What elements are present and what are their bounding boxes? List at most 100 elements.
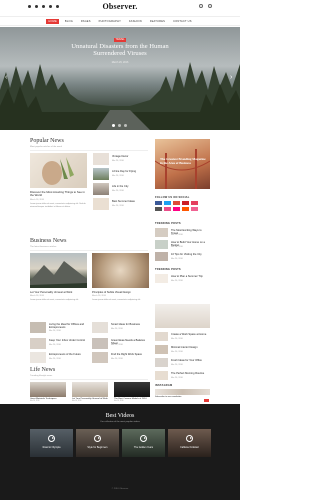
business-thumb[interactable] [92,352,108,363]
popular-item-title[interactable]: Life in the City [112,185,148,188]
play-icon[interactable] [48,435,55,442]
nav-item-fashion[interactable]: FASHION [127,19,144,24]
play-icon[interactable] [186,435,193,442]
sidebar-thumb[interactable] [155,274,168,283]
business-item-title[interactable]: Living the Ideal for Offices and Entrepr… [49,323,87,329]
pinterest-icon[interactable] [182,201,189,205]
business-image-1[interactable] [30,253,87,288]
google-plus-icon[interactable] [173,201,180,205]
life-item-date: Mar 26, 2016 [30,401,40,402]
business-item-title[interactable]: Smart Ideas for Business [111,323,149,326]
popular-item-title[interactable]: Vintage Decor [112,155,148,158]
sidebar-thumb[interactable] [155,228,168,237]
flickr-icon[interactable] [173,207,180,211]
twitter-icon[interactable] [164,201,171,205]
business-title-1[interactable]: Let Your Personality Unravel at Work [30,291,87,294]
business-item-date: Mar 26, 2016 [111,328,123,330]
reddit-icon[interactable] [182,207,189,211]
video-card[interactable] [76,429,119,457]
hero-title[interactable]: Unnatural Disasters from the Human Surre… [68,43,172,58]
business-title-2[interactable]: Principles of Subtle Visual Design [92,291,149,294]
nav-item-pages[interactable]: PAGES [79,19,93,24]
business-item-title[interactable]: Find the Right Work Space [111,353,149,356]
play-icon[interactable] [94,435,101,442]
slider-dot[interactable] [118,124,121,127]
best-videos-subtitle: Our collection of the most popular video… [100,421,140,423]
slider-next-icon[interactable]: › [230,74,232,81]
subscribe-text: Subscribe to our newsletter [155,396,182,398]
best-videos-title: Best Videos [105,413,135,419]
sidebar-featured-title[interactable]: The Greatest Branding Magazine in the Ar… [160,157,206,166]
sidebar-item-title[interactable]: The Perfect Morning Routine [171,372,209,375]
sidebar-item-title[interactable]: Create a Work Space at Home [171,333,209,336]
popular-thumb[interactable] [93,168,109,180]
nav-item-features[interactable]: FEATURES [148,19,167,24]
facebook-icon[interactable] [155,201,162,205]
life-image[interactable] [114,382,150,397]
business-thumb[interactable] [92,322,108,333]
business-thumb[interactable] [92,338,108,349]
sidebar-thumb[interactable] [155,358,168,367]
business-thumb[interactable] [30,322,46,333]
popular-item-title[interactable]: Best Summer Ideas [112,200,148,203]
sidebar-item-date: Mar 26, 2016 [171,234,183,236]
video-title[interactable]: Road to Olympia [30,446,73,449]
popular-main-title[interactable]: Discover the Most Amazing Things to See … [30,190,87,197]
sidebar-item-title[interactable]: 10 Tips for Visiting the City [171,253,209,256]
sidebar-item-title[interactable]: Fresh Ideas for Your Office [171,359,209,362]
business-image-2[interactable] [92,253,149,288]
business-item-date: Mar 26, 2016 [49,344,61,346]
slider-dot[interactable] [112,124,115,127]
sidebar-thumb[interactable] [155,252,168,261]
sidebar-item-date: Mar 26, 2016 [171,280,183,282]
life-image[interactable] [72,382,108,397]
video-title[interactable]: Caffeine Kickstart [168,446,211,449]
instagram-icon[interactable] [191,201,198,205]
sidebar-item-date: Mar 26, 2016 [171,246,183,248]
play-icon[interactable] [140,435,147,442]
best-videos-section: Best Videos Our collection of the most p… [0,404,240,500]
business-news-subtitle: The latest business articles [30,246,57,248]
business-excerpt-2: Lorem ipsum dolor sit amet, consectetur … [92,299,141,301]
sidebar-item-title[interactable]: Minimal Interior Design [171,346,209,349]
scroll-top-button[interactable] [204,399,209,402]
instagram-strip[interactable] [155,389,210,395]
popular-item-title[interactable]: A Fine Day for Flying [112,170,148,173]
sidebar-item-title[interactable]: How to Plan a Summer Trip [171,275,209,278]
video-title[interactable]: The Golden Years [122,446,165,449]
popular-thumb[interactable] [93,153,109,165]
hero-category-tag[interactable]: TRAVEL [114,38,126,42]
popular-main-image[interactable] [30,153,87,188]
site-logo[interactable]: Observer. [0,2,240,11]
video-card[interactable] [168,429,211,457]
heart-icon[interactable] [191,207,198,211]
life-item-date: Mar 26, 2016 [72,401,82,402]
video-card[interactable] [122,429,165,457]
sidebar-thumb[interactable] [155,240,168,249]
nav-item-blog[interactable]: BLOG [63,19,75,24]
life-image[interactable] [30,382,66,397]
business-thumb[interactable] [30,338,46,349]
nav-item-home[interactable]: HOME [46,18,59,24]
popular-thumb[interactable] [93,198,109,210]
sidebar-widget-image[interactable] [155,304,210,328]
rss-icon[interactable] [155,207,162,211]
video-title[interactable]: Style for Beginners [76,446,119,449]
video-card[interactable] [30,429,73,457]
dribbble-icon[interactable] [164,207,171,211]
sidebar-thumb[interactable] [155,371,168,380]
slider-dot[interactable] [124,124,127,127]
business-date-1: March 26, 2016 [30,295,44,297]
copyright: © 2016 Observer [111,488,129,490]
forest-image [0,62,240,130]
popular-thumb[interactable] [93,183,109,195]
sidebar-thumb[interactable] [155,332,168,341]
nav-item-photography[interactable]: PHOTOGRAPHY [97,19,123,24]
business-thumb[interactable] [30,352,46,363]
business-item-title[interactable]: Entrepreneurs of the Future [49,353,87,356]
sidebar-thumb[interactable] [155,345,168,354]
slider-prev-icon[interactable]: ‹ [5,74,7,81]
nav-item-contact[interactable]: CONTACT US [171,19,194,24]
business-item-title[interactable]: Keep Your Inbox Under Control [49,339,87,342]
business-item-date: Mar 26, 2016 [111,358,123,360]
